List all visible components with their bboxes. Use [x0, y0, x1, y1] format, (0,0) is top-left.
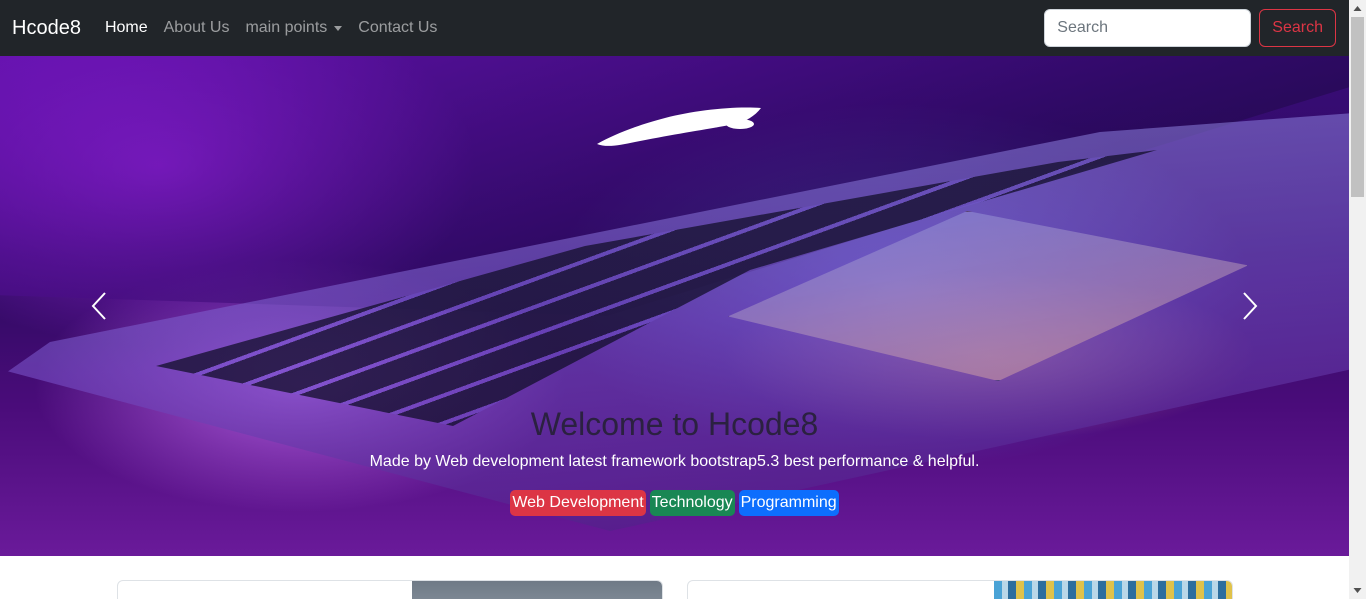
nav-link-contact-us[interactable]: Contact Us	[358, 19, 437, 37]
badge-technology: Technology	[649, 490, 735, 516]
carousel-caption-text: Made by Web development latest framework…	[369, 453, 980, 470]
nav-dropdown-label: main points	[245, 19, 328, 36]
search-input[interactable]	[1044, 9, 1252, 47]
nav-dropdown-main-points[interactable]: main points	[245, 19, 343, 37]
cards-section	[0, 556, 1349, 599]
vertical-scrollbar[interactable]	[1349, 0, 1366, 599]
carousel-prev-button[interactable]	[0, 56, 200, 556]
page: Hcode8 Home About Us main points Contact…	[0, 0, 1366, 599]
chevron-right-icon	[1243, 292, 1258, 320]
caret-down-icon	[334, 25, 343, 31]
card-image	[412, 581, 662, 599]
badge-programming: Programming	[738, 490, 839, 516]
nav-links: Home About Us main points Contact Us	[105, 19, 453, 37]
scrollbar-thumb[interactable]	[1351, 17, 1364, 197]
nav-link-about-us[interactable]: About Us	[164, 19, 230, 37]
nav-link-home[interactable]: Home	[105, 19, 148, 37]
card	[687, 580, 1233, 599]
carousel-badges: Web Development Technology Programming	[0, 490, 1349, 516]
scroll-down-arrow-icon[interactable]	[1349, 582, 1366, 599]
search-form: Search	[1044, 9, 1336, 47]
apple-logo-icon	[597, 107, 761, 146]
navbar: Hcode8 Home About Us main points Contact…	[0, 0, 1349, 56]
card	[117, 580, 663, 599]
carousel-next-button[interactable]	[1149, 56, 1349, 556]
brand-logo-link[interactable]: Hcode8	[12, 17, 81, 40]
search-button[interactable]: Search	[1259, 9, 1336, 47]
card-image	[994, 581, 1232, 599]
scroll-up-arrow-icon[interactable]	[1349, 0, 1366, 17]
carousel-caption-title: Welcome to Hcode8	[530, 406, 819, 442]
hero-carousel: Welcome to Hcode8 Made by Web developmen…	[0, 56, 1349, 556]
chevron-left-icon	[91, 292, 106, 320]
badge-web-development: Web Development	[510, 490, 646, 516]
